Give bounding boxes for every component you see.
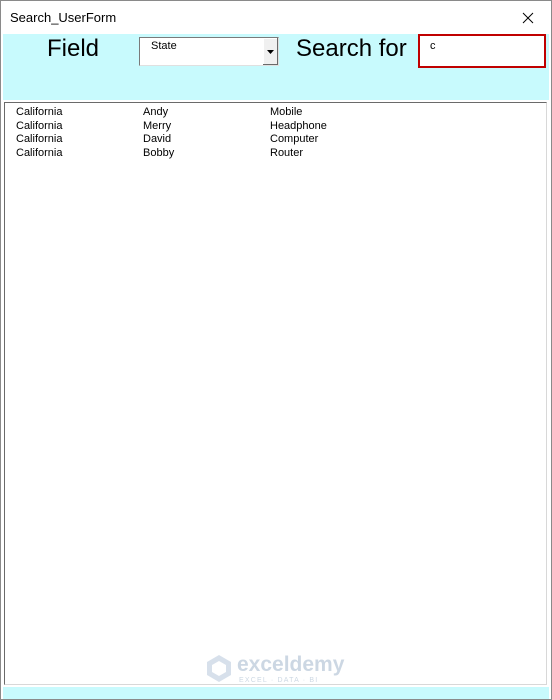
search-input[interactable]	[430, 40, 530, 52]
list-item[interactable]: California Merry Headphone	[5, 120, 546, 134]
list-item-state: California	[16, 119, 63, 132]
chevron-down-icon	[267, 49, 274, 54]
close-button[interactable]	[505, 1, 551, 34]
list-item-name: David	[143, 133, 172, 146]
title-bar: Search_UserForm	[1, 1, 551, 34]
userform-window: Search_UserForm Field State Search for C…	[0, 0, 552, 700]
exceldemy-logo-icon	[207, 655, 231, 682]
watermark-brand: exceldemy	[237, 653, 345, 676]
search-textbox[interactable]	[418, 34, 546, 68]
close-icon	[522, 12, 534, 23]
watermark: exceldemy EXCEL · DATA · BI	[204, 653, 354, 687]
field-combobox-dropdown-button[interactable]	[262, 38, 278, 65]
field-combobox-value: State	[151, 40, 177, 52]
list-item-state: California	[16, 106, 63, 118]
list-item-state: California	[16, 133, 63, 146]
search-header-panel: Field State Search for	[3, 34, 549, 100]
list-item-product: Router	[270, 147, 304, 160]
field-combobox[interactable]: State	[139, 37, 279, 66]
list-item-state: California	[16, 147, 63, 160]
list-item-product: Mobile	[270, 106, 303, 118]
field-label: Field	[47, 35, 100, 62]
bottom-panel	[3, 687, 549, 699]
list-item-name: Merry	[143, 119, 172, 132]
list-item[interactable]: California David Computer	[5, 133, 546, 147]
watermark-tagline: EXCEL · DATA · BI	[239, 677, 319, 684]
window-title: Search_UserForm	[10, 10, 117, 25]
list-item-name: Andy	[143, 106, 169, 118]
search-for-label: Search for	[296, 35, 407, 62]
results-listbox[interactable]: California Andy Mobile California Merry Headp…	[4, 102, 547, 685]
list-item[interactable]: California Andy Mobile	[5, 106, 546, 120]
list-item-name: Bobby	[143, 147, 175, 160]
list-item-product: Computer	[270, 133, 319, 146]
list-item[interactable]: California Bobby Router	[5, 147, 546, 161]
list-item-product: Headphone	[270, 119, 327, 132]
